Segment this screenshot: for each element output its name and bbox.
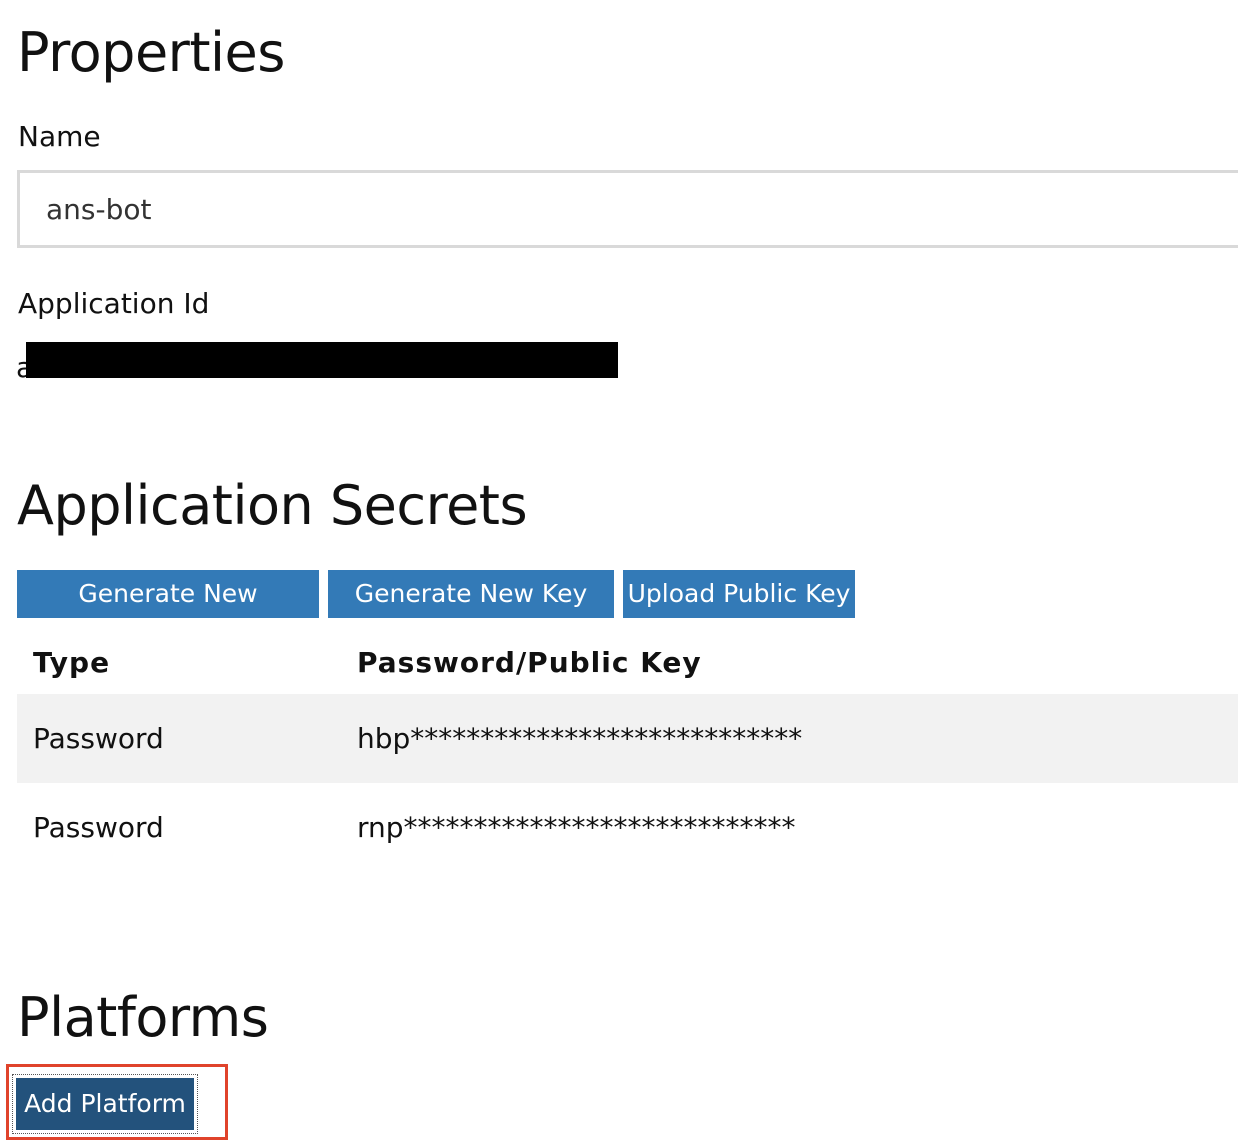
column-header-password-public-key: Password/Public Key (357, 645, 702, 679)
secret-key-cell: hbp**************************** (339, 694, 1238, 783)
secret-type-cell: Password (17, 694, 339, 783)
generate-new-key-pair-button[interactable]: Generate New Key Pair (328, 570, 614, 656)
add-platform-button[interactable]: Add Platform (16, 1078, 194, 1130)
table-row: Password rnp**************************** (17, 783, 1238, 872)
platforms-heading: Platforms (17, 986, 269, 1049)
name-input[interactable] (17, 170, 1238, 248)
table-header-row: Type Password/Public Key (17, 630, 1238, 694)
generate-new-password-button[interactable]: Generate New Password (17, 570, 319, 656)
name-label: Name (18, 120, 101, 153)
secret-type-cell: Password (33, 811, 164, 844)
redaction-bar (26, 342, 618, 378)
table-row: Password hbp**************************** (17, 694, 1238, 783)
column-header-type: Type (33, 645, 111, 679)
secrets-table: Type Password/Public Key Password hbp***… (17, 630, 1238, 872)
properties-heading: Properties (17, 21, 285, 84)
app-registration-page: Properties Name Application Id a 4 Appli… (0, 0, 1238, 1144)
upload-public-key-button[interactable]: Upload Public Key (623, 570, 855, 618)
application-secrets-heading: Application Secrets (17, 474, 528, 537)
secret-key-cell: rnp**************************** (357, 811, 796, 844)
application-id-label: Application Id (18, 287, 210, 320)
